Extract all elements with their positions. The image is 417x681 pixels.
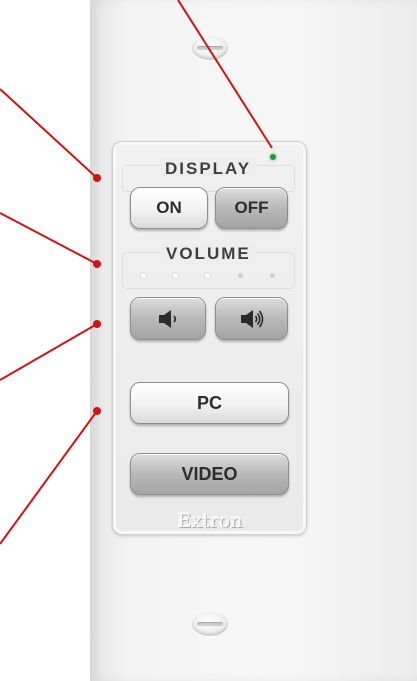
callout-line-display: [0, 88, 98, 179]
callout-dot-video: [93, 407, 101, 415]
callout-line-power-led: [177, 0, 273, 149]
callout-line-source: [0, 323, 98, 381]
callout-line-volume: [0, 212, 98, 265]
callout-dot-source: [93, 320, 101, 328]
callout-dot-display: [93, 174, 101, 182]
product-photo: DISPLAY VOLUME ON OFF PC VIDEO Extron: [0, 0, 417, 681]
callout-line-video: [0, 410, 98, 545]
callout-lines: [0, 0, 273, 545]
callout-dot-volume: [93, 260, 101, 268]
